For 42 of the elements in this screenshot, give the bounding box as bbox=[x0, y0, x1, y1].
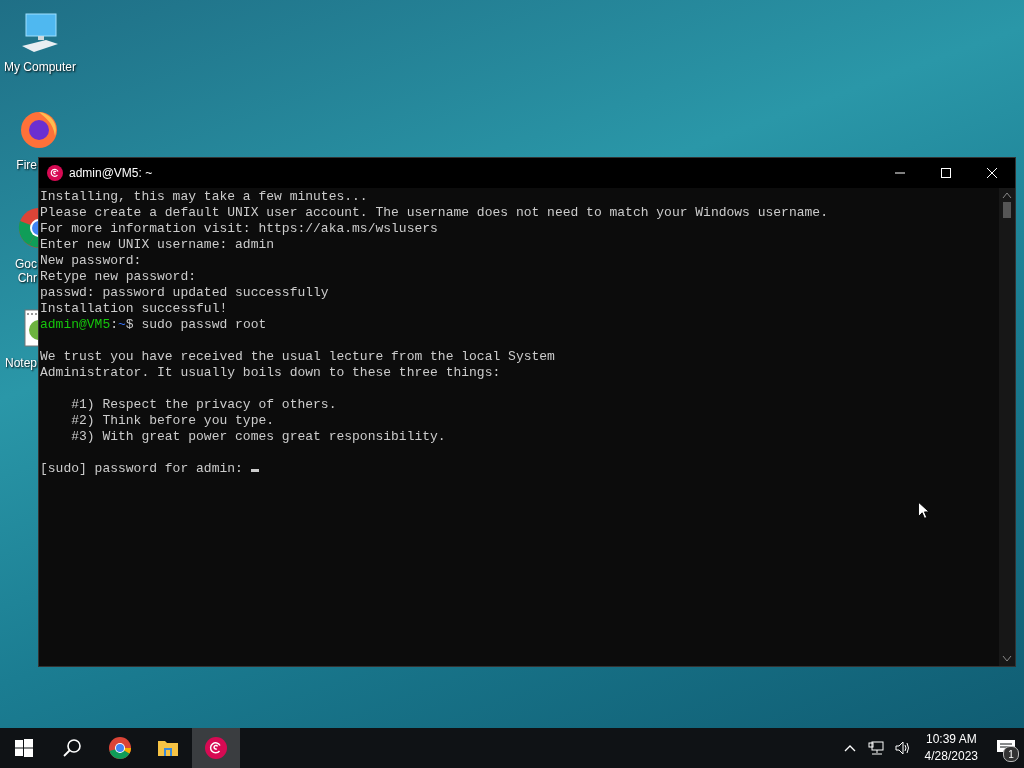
terminal-text: Installation successful! bbox=[40, 301, 228, 316]
prompt-separator: : bbox=[110, 317, 119, 332]
terminal-text: #1) Respect the privacy of others. bbox=[70, 397, 337, 412]
clock-date: 4/28/2023 bbox=[924, 748, 978, 765]
icon-label[interactable]: Notep bbox=[4, 356, 37, 370]
speaker-icon[interactable] bbox=[893, 740, 910, 756]
terminal-text: #3) With great power comes great responsibility. bbox=[70, 429, 446, 444]
icon-label[interactable]: Chr bbox=[17, 271, 37, 285]
icon-label[interactable]: Fire bbox=[16, 158, 37, 172]
terminal-text: New password: bbox=[40, 253, 142, 268]
scroll-thumb[interactable] bbox=[1003, 202, 1011, 218]
terminal-text: Retype new password: bbox=[40, 269, 197, 284]
mouse-pointer-icon bbox=[918, 501, 930, 520]
swirl-icon bbox=[47, 165, 63, 181]
taskbar-app-button[interactable] bbox=[192, 728, 240, 768]
terminal-text: [sudo] password for admin: bbox=[40, 461, 244, 476]
chrome-icon bbox=[108, 736, 132, 760]
prompt-user: admin@VM5 bbox=[40, 317, 111, 332]
terminal-text: Enter new UNIX username: admin bbox=[40, 237, 275, 252]
terminal-text: Administrator. It usually boils down to these three things: bbox=[40, 365, 501, 380]
terminal-text: passwd: password updated successfully bbox=[40, 285, 329, 300]
windows-logo-icon bbox=[12, 736, 36, 760]
notification-button[interactable]: 1 bbox=[988, 728, 1024, 768]
prompt-symbol: $ bbox=[125, 317, 134, 332]
icon-label[interactable]: Goc bbox=[15, 257, 37, 271]
notification-badge: 1 bbox=[1003, 746, 1019, 762]
prompt-path: ~ bbox=[118, 317, 126, 332]
terminal-command: sudo passwd root bbox=[141, 317, 267, 332]
network-icon[interactable] bbox=[867, 740, 884, 756]
terminal-text: #2) Think before you type. bbox=[70, 413, 275, 428]
clock-time: 10:39 AM bbox=[924, 731, 978, 748]
close-icon bbox=[986, 167, 998, 179]
terminal-text: Installing, this may take a few minutes... bbox=[40, 189, 368, 204]
scroll-bar[interactable] bbox=[999, 188, 1015, 666]
window-title: admin@VM5: ~ bbox=[69, 166, 154, 180]
swirl-icon bbox=[204, 736, 228, 760]
clock[interactable]: 10:39 AM 4/28/2023 bbox=[924, 731, 978, 765]
icon-label[interactable]: My Computer bbox=[4, 60, 76, 74]
maximize-icon bbox=[940, 167, 952, 179]
terminal-text: Please create a default UNIX user account. The username does not need to match your Windows username. bbox=[40, 205, 828, 220]
terminal-text: For more information visit: https://aka.ms/wslusers bbox=[40, 221, 438, 236]
terminal-text: We trust you have received the usual lecture from the local System bbox=[40, 349, 555, 364]
